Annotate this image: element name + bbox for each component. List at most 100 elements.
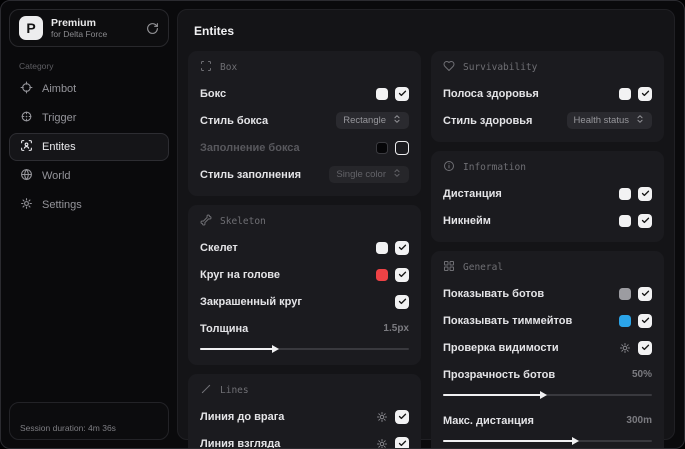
globe-icon [20, 168, 33, 184]
setting-row: Скелет [200, 237, 409, 258]
setting-row: Стиль здоровья Health status [443, 110, 652, 131]
color-swatch[interactable] [376, 87, 388, 100]
setting-label: Макс. дистанция [443, 414, 534, 427]
scan-box-icon [200, 60, 212, 75]
card-title: Survivability [463, 62, 538, 73]
select-value: Health status [573, 115, 629, 126]
checkbox-checked[interactable] [395, 409, 409, 424]
max-distance-value: 300m [626, 415, 652, 426]
setting-label: Никнейм [443, 214, 491, 227]
card-title: Box [220, 62, 238, 73]
card-title: General [463, 262, 504, 273]
setting-label: Толщина [200, 322, 249, 335]
sidebar-item-label: Settings [42, 199, 82, 211]
setting-label: Скелет [200, 241, 238, 254]
setting-row: Стиль заполнения Single color [200, 164, 409, 185]
color-swatch[interactable] [376, 141, 388, 154]
color-swatch[interactable] [619, 214, 631, 227]
general-card: General Показывать ботов Показывать тимм… [431, 251, 664, 448]
checkbox-checked[interactable] [395, 294, 409, 309]
checkbox-checked[interactable] [395, 86, 409, 101]
checkbox-checked[interactable] [638, 313, 652, 328]
setting-label: Проверка видимости [443, 341, 559, 354]
color-swatch[interactable] [376, 241, 388, 254]
scan-person-icon [20, 139, 33, 155]
setting-label: Линия взгляда [200, 437, 281, 449]
box-style-select[interactable]: Rectangle [336, 112, 409, 129]
setting-row: Линия взгляда [200, 433, 409, 449]
setting-label: Прозрачность ботов [443, 368, 556, 381]
select-value: Rectangle [343, 115, 386, 126]
diagonal-line-icon [200, 383, 212, 398]
thickness-slider[interactable] [200, 344, 409, 353]
checkbox-checked[interactable] [395, 267, 409, 282]
bots-opacity-slider[interactable] [443, 390, 652, 399]
checkbox-checked[interactable] [638, 186, 652, 201]
setting-label: Закрашенный круг [200, 295, 302, 308]
info-icon [443, 160, 455, 175]
health-style-select[interactable]: Health status [566, 112, 652, 129]
sidebar-item-label: Entites [42, 141, 76, 153]
brand-logo: P [19, 16, 43, 40]
setting-row: Круг на голове [200, 264, 409, 285]
setting-label: Полоса здоровья [443, 87, 539, 100]
color-swatch[interactable] [619, 314, 631, 327]
brand-name: Premium [51, 16, 96, 29]
color-swatch[interactable] [619, 287, 631, 300]
max-distance-slider[interactable] [443, 436, 652, 445]
checkbox-checked[interactable] [638, 286, 652, 301]
setting-label: Стиль бокса [200, 114, 269, 127]
page-title: Entites [194, 24, 235, 38]
setting-label: Заполнение бокса [200, 141, 300, 154]
checkbox-checked[interactable] [638, 86, 652, 101]
lines-card: Lines Линия до врага Линия взгляда [188, 374, 421, 449]
sidebar-item-world[interactable]: World [9, 162, 169, 190]
gear-icon [20, 197, 33, 213]
skeleton-card: Skeleton Скелет Круг на голове Закрашенн… [188, 205, 421, 365]
checkbox-checked[interactable] [638, 213, 652, 228]
gear-icon[interactable] [376, 411, 388, 423]
slider-fill [443, 390, 548, 399]
sidebar-item-entities[interactable]: Entites [9, 133, 169, 161]
setting-label: Стиль здоровья [443, 114, 533, 127]
target-icon [20, 110, 33, 126]
setting-label: Линия до врага [200, 410, 285, 423]
setting-row: Линия до врага [200, 406, 409, 427]
setting-row: Заполнение бокса [200, 137, 409, 158]
slider-fill [443, 436, 579, 445]
setting-label: Дистанция [443, 187, 502, 200]
setting-label: Круг на голове [200, 268, 281, 281]
sidebar-item-label: Trigger [42, 112, 77, 124]
checkbox-checked[interactable] [638, 340, 652, 355]
sidebar-item-trigger[interactable]: Trigger [9, 104, 169, 132]
select-value: Single color [336, 169, 386, 180]
color-swatch[interactable] [619, 187, 631, 200]
brand-card: P Premium for Delta Force [9, 9, 169, 47]
setting-row: Бокс [200, 83, 409, 104]
sidebar-item-label: Aimbot [42, 83, 77, 95]
refresh-icon[interactable] [146, 22, 159, 35]
sidebar-item-label: World [42, 170, 71, 182]
sidebar-item-settings[interactable]: Settings [9, 191, 169, 219]
session-duration-label: Session duration: 4m 36s [20, 423, 116, 433]
setting-row: Стиль бокса Rectangle [200, 110, 409, 131]
thickness-value: 1.5px [383, 323, 409, 334]
checkbox-checked[interactable] [395, 436, 409, 448]
gear-icon[interactable] [619, 342, 631, 354]
crosshair-icon [20, 81, 33, 97]
checkbox-unchecked[interactable] [395, 140, 409, 155]
card-title: Lines [220, 385, 249, 396]
color-swatch[interactable] [619, 87, 631, 100]
gear-icon[interactable] [376, 438, 388, 448]
chevrons-up-down-icon [392, 168, 402, 181]
setting-label: Показывать тиммейтов [443, 314, 573, 327]
color-swatch[interactable] [376, 268, 388, 281]
fill-style-select[interactable]: Single color [329, 166, 409, 183]
sidebar-item-aimbot[interactable]: Aimbot [9, 75, 169, 103]
setting-row: Проверка видимости [443, 337, 652, 358]
bots-opacity-value: 50% [631, 369, 652, 380]
checkbox-checked[interactable] [395, 240, 409, 255]
brand-subtitle: for Delta Force [51, 29, 108, 40]
card-title: Skeleton [220, 216, 266, 227]
chevrons-up-down-icon [635, 114, 645, 127]
